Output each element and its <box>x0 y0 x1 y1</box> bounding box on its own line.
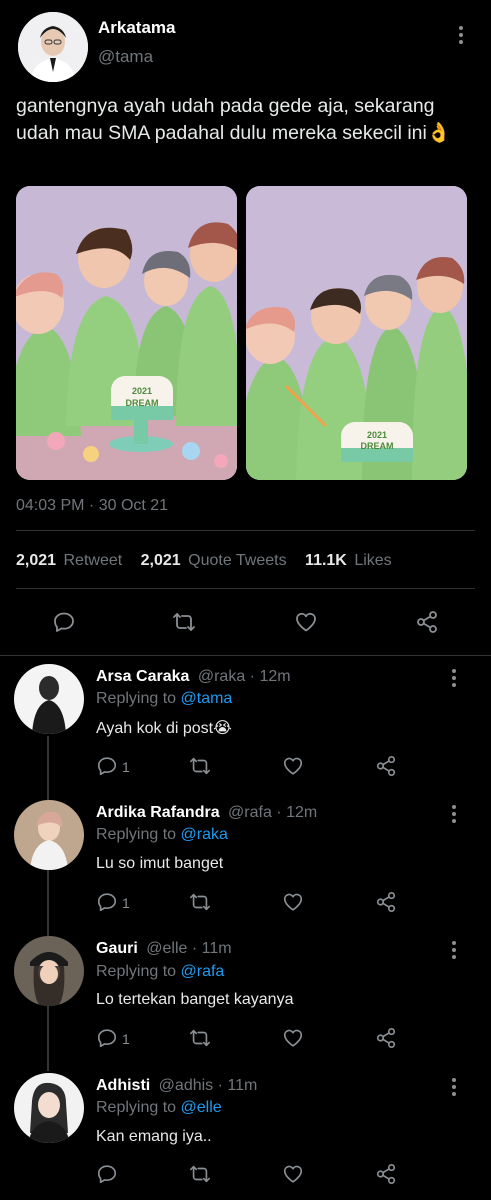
author-handle[interactable]: @tama <box>98 47 153 67</box>
retweet-icon[interactable] <box>189 891 213 915</box>
reply-author-meta[interactable]: @rafa · 12m <box>228 804 317 821</box>
reply-author-meta[interactable]: @elle · 11m <box>146 940 231 957</box>
author-display-name[interactable]: Arkatama <box>98 18 176 38</box>
more-icon[interactable] <box>451 805 457 823</box>
reply-icon[interactable] <box>96 891 120 915</box>
heart-icon[interactable] <box>282 1163 306 1187</box>
reply-avatar[interactable] <box>14 1073 84 1143</box>
stats-row: 2,021 Retweet 2,021 Quote Tweets 11.1K L… <box>16 552 392 570</box>
more-icon[interactable] <box>451 669 457 687</box>
replying-to: Replying to @elle <box>96 1099 222 1117</box>
thread-line <box>47 736 49 1071</box>
more-icon[interactable] <box>451 1078 457 1096</box>
likes-label[interactable]: Likes <box>354 552 391 569</box>
reply-avatar[interactable] <box>14 664 84 734</box>
replying-to-link[interactable]: @tama <box>181 690 233 707</box>
reply-icon[interactable] <box>96 755 120 779</box>
reply-count: 1 <box>122 895 130 911</box>
quotes-label[interactable]: Quote Tweets <box>188 552 286 569</box>
reply-text: Lo tertekan banget kayanya <box>96 991 294 1008</box>
heart-icon[interactable] <box>294 610 318 634</box>
quotes-count[interactable]: 2,021 <box>141 552 181 569</box>
reply-icon[interactable] <box>96 1027 120 1051</box>
replying-to-link[interactable]: @rafa <box>181 963 225 980</box>
replying-to-label: Replying to <box>96 963 177 980</box>
reply-author-meta[interactable]: @raka · 12m <box>198 668 291 685</box>
reply-author-name[interactable]: Ardika Rafandra <box>96 804 220 821</box>
tweet-text: gantengnya ayah udah pada gede aja, seka… <box>16 95 452 144</box>
svg-text:2021: 2021 <box>132 386 152 396</box>
share-icon[interactable] <box>375 891 399 915</box>
reply-icon[interactable] <box>52 610 76 634</box>
reply-avatar[interactable] <box>14 800 84 870</box>
share-icon[interactable] <box>375 1163 399 1187</box>
retweets-count[interactable]: 2,021 <box>16 552 56 569</box>
tweet-photo-1[interactable]: 2021 DREAM <box>16 186 237 480</box>
tweet-timestamp[interactable]: 04:03 PM · 30 Oct 21 <box>16 497 168 515</box>
more-icon[interactable] <box>458 26 464 44</box>
divider <box>16 530 475 531</box>
reply-author-name[interactable]: Gauri <box>96 940 138 957</box>
heart-icon[interactable] <box>282 755 306 779</box>
reply-header: Gauri @elle · 11m <box>96 940 232 958</box>
share-icon[interactable] <box>375 1027 399 1051</box>
svg-text:DREAM: DREAM <box>126 398 159 408</box>
reply-text: Kan emang iya.. <box>96 1128 212 1145</box>
reply-author-meta[interactable]: @adhis · 11m <box>159 1077 258 1094</box>
retweet-icon[interactable] <box>189 1027 213 1051</box>
svg-text:DREAM: DREAM <box>361 441 394 451</box>
more-icon[interactable] <box>451 941 457 959</box>
replying-to-label: Replying to <box>96 826 177 843</box>
reply-count: 1 <box>122 759 130 775</box>
replying-to-link[interactable]: @elle <box>181 1099 222 1116</box>
reply-count: 1 <box>122 1031 130 1047</box>
divider <box>0 655 491 656</box>
reply-text: Ayah kok di post😭 <box>96 720 232 737</box>
author-avatar[interactable] <box>18 12 88 82</box>
retweet-icon[interactable] <box>189 755 213 779</box>
replying-to-label: Replying to <box>96 690 177 707</box>
heart-icon[interactable] <box>282 891 306 915</box>
reply-icon[interactable] <box>96 1163 120 1187</box>
replying-to-label: Replying to <box>96 1099 177 1116</box>
retweets-label[interactable]: Retweet <box>64 552 123 569</box>
reply-text: Lu so imut banget <box>96 855 224 872</box>
reply-author-name[interactable]: Adhisti <box>96 1077 150 1094</box>
share-icon[interactable] <box>415 610 439 634</box>
svg-text:2021: 2021 <box>367 430 387 440</box>
replying-to: Replying to @tama <box>96 690 232 708</box>
retweet-icon[interactable] <box>189 1163 213 1187</box>
divider <box>16 588 475 589</box>
reply-header: Adhisti @adhis · 11m <box>96 1077 257 1095</box>
replying-to-link[interactable]: @raka <box>181 826 228 843</box>
replying-to: Replying to @raka <box>96 826 228 844</box>
tweet-photo-2[interactable]: 2021 DREAM <box>246 186 467 480</box>
likes-count[interactable]: 11.1K <box>305 552 347 569</box>
reply-avatar[interactable] <box>14 936 84 1006</box>
reply-header: Ardika Rafandra @rafa · 12m <box>96 804 317 822</box>
replying-to: Replying to @rafa <box>96 963 224 981</box>
reply-header: Arsa Caraka @raka · 12m <box>96 668 291 686</box>
share-icon[interactable] <box>375 755 399 779</box>
retweet-icon[interactable] <box>172 610 196 634</box>
heart-icon[interactable] <box>282 1027 306 1051</box>
reply-author-name[interactable]: Arsa Caraka <box>96 668 189 685</box>
